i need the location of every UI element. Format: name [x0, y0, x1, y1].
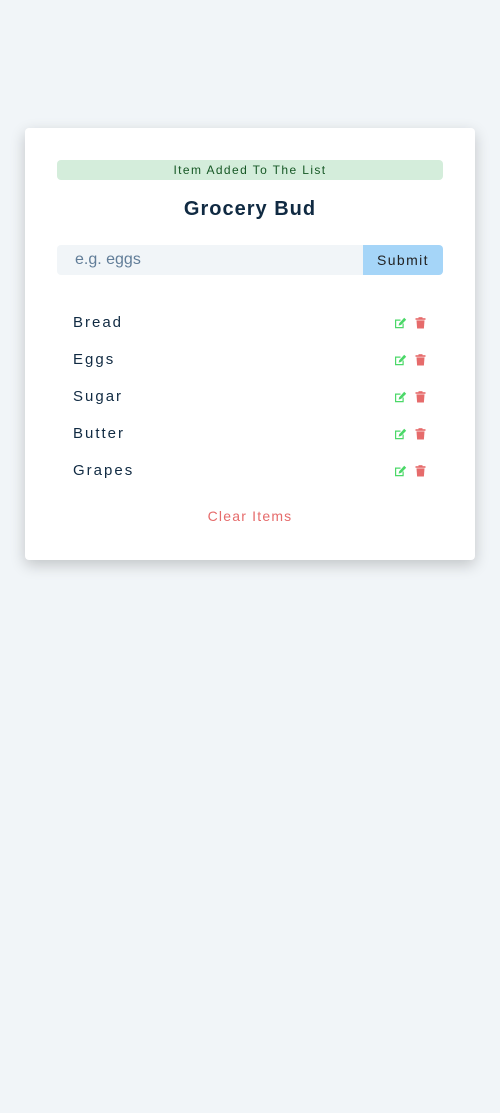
item-actions: [387, 390, 427, 404]
grocery-form: Submit: [57, 245, 443, 275]
list-item: Grapes: [57, 452, 443, 489]
edit-button[interactable]: [393, 316, 407, 330]
edit-icon: [394, 465, 406, 476]
edit-button[interactable]: [393, 464, 407, 478]
delete-button[interactable]: [413, 316, 427, 330]
delete-button[interactable]: [413, 464, 427, 478]
edit-button[interactable]: [393, 390, 407, 404]
grocery-card: Item Added To The List Grocery Bud Submi…: [25, 128, 475, 560]
edit-button[interactable]: [393, 353, 407, 367]
grocery-list: Bread Eggs Sugar Butter Grapes: [57, 304, 443, 489]
list-item: Eggs: [57, 341, 443, 378]
delete-button[interactable]: [413, 390, 427, 404]
delete-button[interactable]: [413, 353, 427, 367]
item-actions: [387, 353, 427, 367]
edit-icon: [394, 391, 406, 402]
trash-icon: [415, 316, 425, 328]
item-input[interactable]: [57, 245, 363, 275]
list-item: Butter: [57, 415, 443, 452]
page-title: Grocery Bud: [183, 198, 317, 220]
delete-button[interactable]: [413, 427, 427, 441]
list-item: Bread: [57, 304, 443, 341]
item-title: Eggs: [73, 351, 116, 368]
item-title: Butter: [73, 425, 126, 442]
clear-items-button[interactable]: Clear Items: [25, 506, 475, 526]
trash-icon: [415, 427, 425, 439]
list-item: Sugar: [57, 378, 443, 415]
edit-icon: [394, 317, 406, 328]
edit-button[interactable]: [393, 427, 407, 441]
item-title: Bread: [73, 314, 124, 331]
item-title: Grapes: [73, 462, 135, 479]
item-actions: [387, 316, 427, 330]
edit-icon: [394, 354, 406, 365]
edit-icon: [394, 428, 406, 439]
item-actions: [387, 464, 427, 478]
submit-button[interactable]: Submit: [363, 245, 443, 275]
trash-icon: [415, 353, 425, 365]
trash-icon: [415, 464, 425, 476]
success-alert: Item Added To The List: [57, 160, 443, 180]
item-title: Sugar: [73, 388, 124, 405]
trash-icon: [415, 390, 425, 402]
item-actions: [387, 427, 427, 441]
